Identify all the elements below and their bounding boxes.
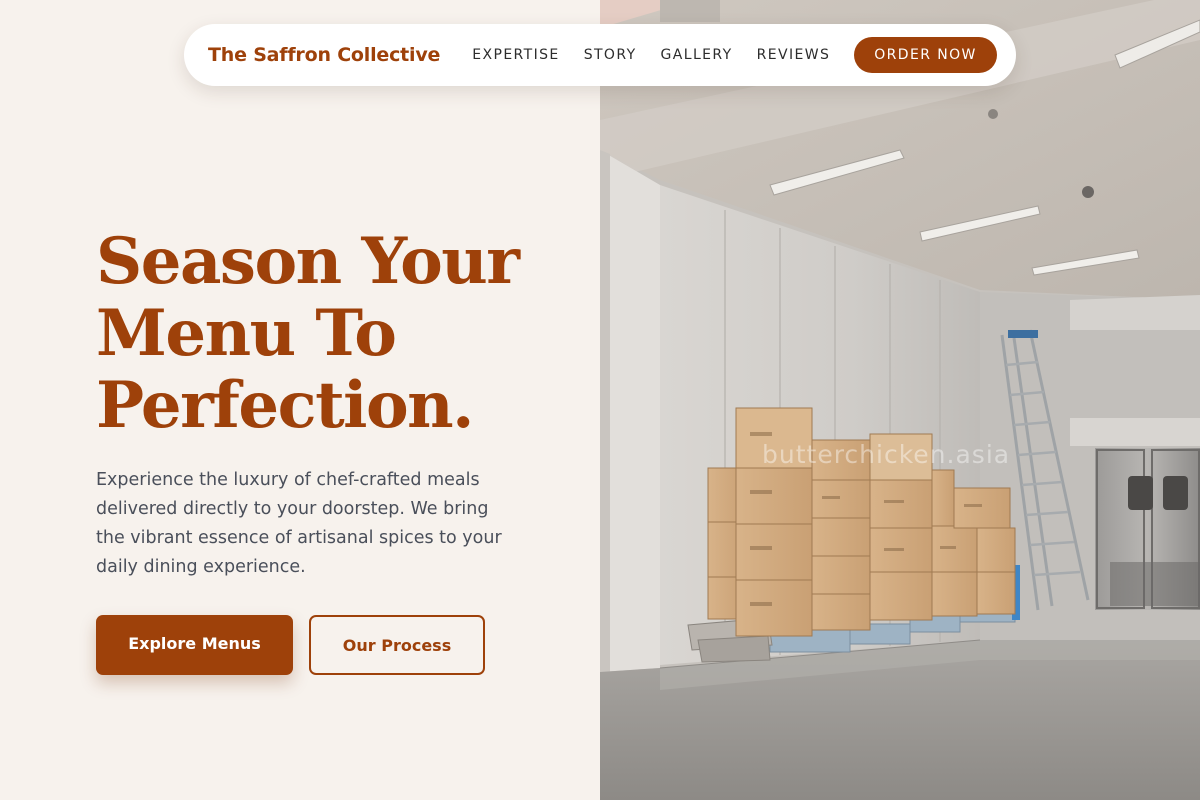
warehouse-illustration [600,0,1200,800]
brand-logo[interactable]: The Saffron Collective [208,44,440,66]
hero-description: Experience the luxury of chef-crafted me… [96,470,502,577]
hero-title-line-1: Season Your [96,224,520,299]
nav-link-story[interactable]: STORY [584,47,637,63]
hero-title-line-2: Menu To [96,296,397,371]
order-now-button[interactable]: ORDER NOW [854,37,997,73]
hero-image: butterchicken.asia [600,0,1200,800]
our-process-button[interactable]: Our Process [309,615,485,675]
explore-menus-button[interactable]: Explore Menus [96,615,293,675]
nav-link-expertise[interactable]: EXPERTISE [472,47,559,63]
nav-links: EXPERTISE STORY GALLERY REVIEWS [472,47,854,63]
nav-link-gallery[interactable]: GALLERY [661,47,733,63]
image-watermark: butterchicken.asia [762,440,1011,469]
nav-link-reviews[interactable]: REVIEWS [757,47,831,63]
top-navbar: The Saffron Collective EXPERTISE STORY G… [184,24,1016,86]
hero-title-line-3: Perfection. [96,368,474,443]
hero-title: Season Your Menu To Perfection. [96,226,566,442]
